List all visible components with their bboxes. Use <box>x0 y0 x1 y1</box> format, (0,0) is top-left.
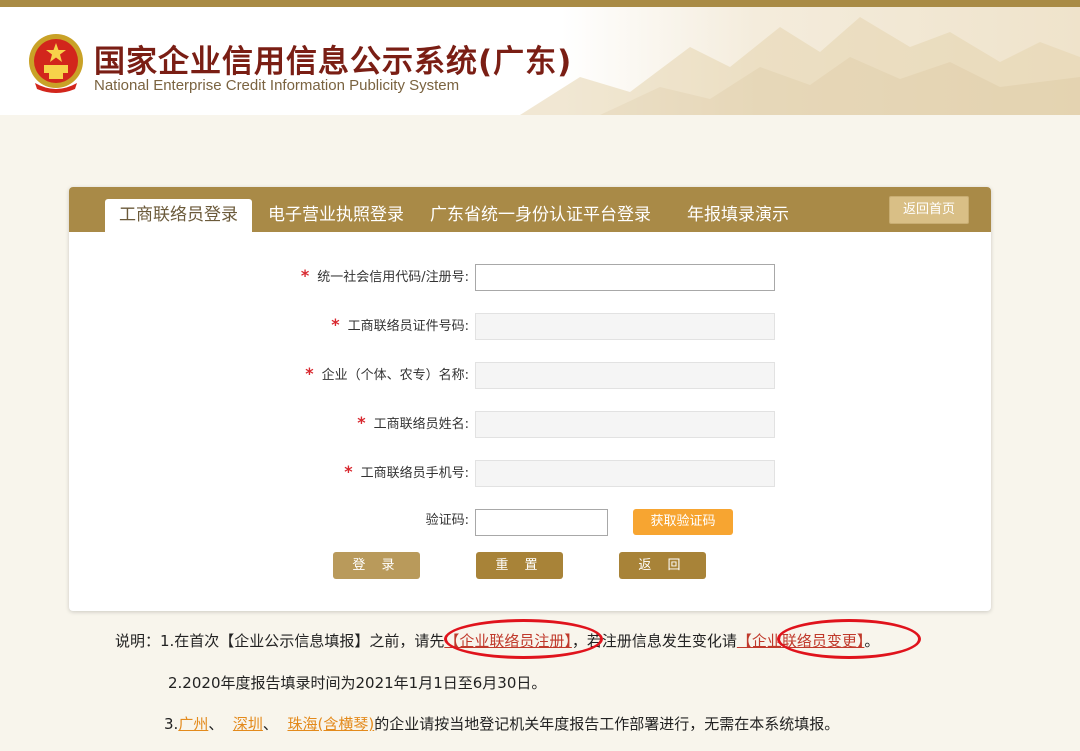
required-mark: * <box>344 462 353 481</box>
enterprise-name-label: * 企业（个体、农专）名称: <box>305 364 469 383</box>
site-subtitle: National Enterprise Credit Information P… <box>94 77 460 94</box>
mountain-background <box>520 17 1080 115</box>
required-mark: * <box>331 315 340 334</box>
required-mark: * <box>305 364 314 383</box>
note-line-3: 3.广州、 深圳、 珠海(含横琴)的企业请按当地登记机关年度报告工作部署进行，无… <box>164 715 840 733</box>
liaison-name-label: * 工商联络员姓名: <box>357 413 469 432</box>
back-button[interactable]: 返 回 <box>619 552 706 579</box>
credit-code-label: * 统一社会信用代码/注册号: <box>300 266 469 285</box>
id-number-input[interactable] <box>475 313 775 340</box>
phone-label: * 工商联络员手机号: <box>344 462 469 481</box>
zhuhai-link[interactable]: 珠海(含横琴) <box>287 715 374 733</box>
captcha-label: 验证码: <box>425 513 469 528</box>
reset-button[interactable]: 重 置 <box>476 552 563 579</box>
login-tab-bar: 工商联络员登录 电子营业执照登录 广东省统一身份认证平台登录 年报填录演示 返回… <box>69 187 991 232</box>
change-annotation-circle <box>777 619 921 659</box>
liaison-name-input[interactable] <box>475 411 775 438</box>
note-line-2: 2.2020年度报告填录时间为2021年1月1日至6月30日。 <box>168 674 547 692</box>
site-title: 国家企业信用信息公示系统(广东) <box>94 44 573 80</box>
enterprise-name-input[interactable] <box>475 362 775 389</box>
required-mark: * <box>357 413 366 432</box>
login-button[interactable]: 登 录 <box>333 552 420 579</box>
back-home-button[interactable]: 返回首页 <box>889 196 969 224</box>
id-number-label: * 工商联络员证件号码: <box>331 315 469 334</box>
phone-input[interactable] <box>475 460 775 487</box>
register-annotation-circle <box>444 619 603 659</box>
national-emblem-icon <box>29 34 83 93</box>
tab-report-demo[interactable]: 年报填录演示 <box>687 199 789 232</box>
guangzhou-link[interactable]: 广州 <box>178 715 208 733</box>
login-panel: 工商联络员登录 电子营业执照登录 广东省统一身份认证平台登录 年报填录演示 返回… <box>69 187 991 611</box>
tab-unified-auth-login[interactable]: 广东省统一身份认证平台登录 <box>430 199 651 232</box>
get-captcha-button[interactable]: 获取验证码 <box>633 509 733 535</box>
credit-code-input[interactable] <box>475 264 775 291</box>
site-header: 国家企业信用信息公示系统(广东) National Enterprise Cre… <box>0 7 1080 115</box>
captcha-input[interactable] <box>475 509 608 536</box>
tab-e-license-login[interactable]: 电子营业执照登录 <box>268 199 404 232</box>
required-mark: * <box>300 266 310 285</box>
tab-liaison-login[interactable]: 工商联络员登录 <box>105 199 252 232</box>
top-accent-bar <box>0 0 1080 7</box>
shenzhen-link[interactable]: 深圳 <box>233 715 263 733</box>
